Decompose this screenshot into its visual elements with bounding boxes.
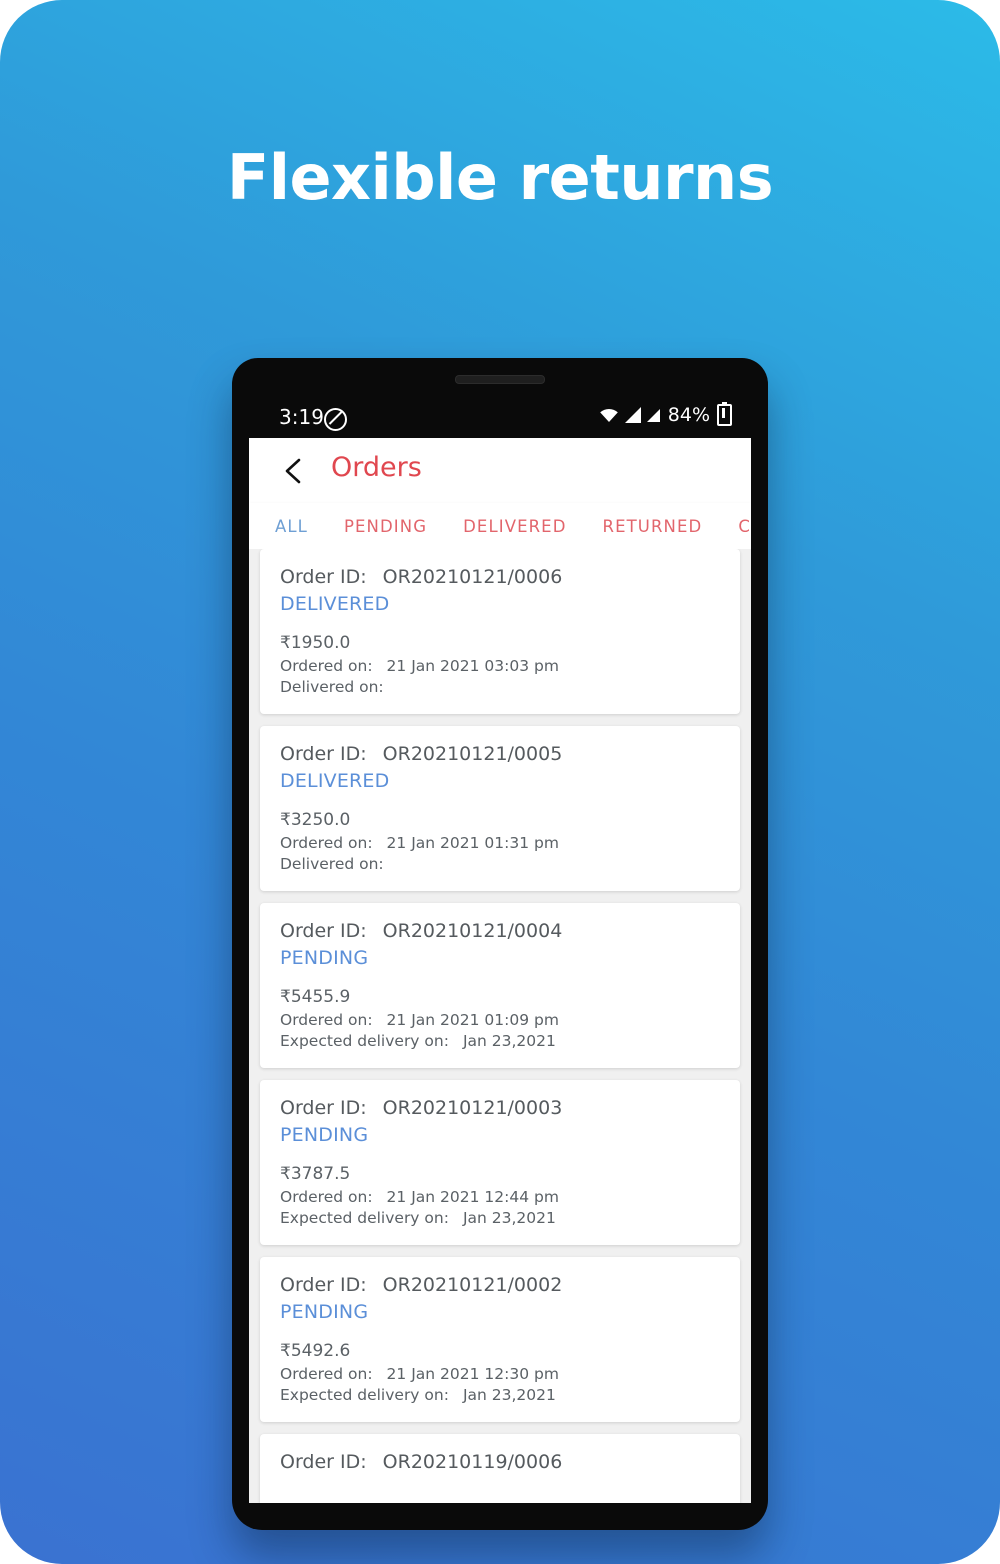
order-id-value: OR20210121/0003 — [382, 1097, 563, 1119]
order-id-row: Order ID: OR20210121/0004 — [280, 920, 720, 942]
tab-cancelled[interactable]: CA — [738, 517, 751, 536]
order-id-label: Order ID: — [280, 566, 367, 588]
delivery-date-row: Expected delivery on: Jan 23,2021 — [280, 1032, 720, 1050]
delivery-date-label: Expected delivery on: — [280, 1386, 449, 1404]
ordered-on-row: Ordered on: 21 Jan 2021 12:44 pm — [280, 1188, 720, 1206]
battery-charging-icon — [717, 402, 732, 426]
order-amount: ₹3787.5 — [280, 1164, 351, 1184]
delivery-date-label: Delivered on: — [280, 678, 384, 696]
order-status-tabs[interactable]: ALL PENDING DELIVERED RETURNED CA — [249, 503, 751, 549]
ordered-on-label: Ordered on: — [280, 834, 373, 852]
order-card[interactable]: Order ID: OR20210121/0002 PENDING ₹5492.6… — [260, 1257, 740, 1422]
order-amount: ₹1950.0 — [280, 633, 351, 653]
tab-all[interactable]: ALL — [275, 517, 308, 536]
order-amount: ₹5455.9 — [280, 987, 351, 1007]
order-id-value: OR20210121/0006 — [382, 566, 563, 588]
back-chevron-icon[interactable] — [277, 454, 311, 488]
delivery-date-label: Delivered on: — [280, 855, 384, 873]
earpiece-speaker — [455, 375, 545, 384]
tab-pending[interactable]: PENDING — [344, 517, 427, 536]
tab-returned[interactable]: RETURNED — [603, 517, 703, 536]
ordered-on-row: Ordered on: 21 Jan 2021 01:09 pm — [280, 1011, 720, 1029]
delivery-date-row: Delivered on: — [280, 855, 720, 873]
ordered-on-value: 21 Jan 2021 03:03 pm — [386, 657, 559, 675]
status-badge: PENDING — [280, 1124, 369, 1146]
order-card[interactable]: Order ID: OR20210119/0006 — [260, 1434, 740, 1503]
phone-mockup: 3:19 84% Orders ALL PENDING DELIVERED RE… — [232, 358, 768, 1530]
ordered-on-value: 21 Jan 2021 01:09 pm — [386, 1011, 559, 1029]
order-id-value: OR20210121/0005 — [382, 743, 563, 765]
order-card[interactable]: Order ID: OR20210121/0005 DELIVERED ₹3250… — [260, 726, 740, 891]
battery-percent-label: 84% — [667, 404, 710, 426]
order-id-label: Order ID: — [280, 1451, 367, 1473]
ordered-on-label: Ordered on: — [280, 1011, 373, 1029]
order-card[interactable]: Order ID: OR20210121/0003 PENDING ₹3787.5… — [260, 1080, 740, 1245]
order-id-row: Order ID: OR20210119/0006 — [280, 1451, 720, 1473]
order-id-label: Order ID: — [280, 743, 367, 765]
order-amount: ₹5492.6 — [280, 1341, 351, 1361]
status-badge: DELIVERED — [280, 770, 390, 792]
status-bar-right-cluster: 84% — [599, 402, 732, 426]
delivery-date-row: Delivered on: — [280, 678, 720, 696]
order-id-row: Order ID: OR20210121/0002 — [280, 1274, 720, 1296]
ordered-on-value: 21 Jan 2021 01:31 pm — [386, 834, 559, 852]
order-id-label: Order ID: — [280, 920, 367, 942]
poster-headline: Flexible returns — [226, 141, 774, 214]
android-status-bar: 3:19 84% — [232, 398, 768, 438]
orders-list[interactable]: Order ID: OR20210121/0006 DELIVERED ₹1950… — [249, 549, 751, 1503]
order-id-label: Order ID: — [280, 1274, 367, 1296]
order-card[interactable]: Order ID: OR20210121/0004 PENDING ₹5455.9… — [260, 903, 740, 1068]
order-card[interactable]: Order ID: OR20210121/0006 DELIVERED ₹1950… — [260, 549, 740, 714]
app-bar: Orders — [249, 438, 751, 503]
status-badge: DELIVERED — [280, 593, 390, 615]
do-not-disturb-icon — [324, 408, 347, 431]
ordered-on-label: Ordered on: — [280, 657, 373, 675]
delivery-date-label: Expected delivery on: — [280, 1032, 449, 1050]
order-id-row: Order ID: OR20210121/0006 — [280, 566, 720, 588]
ordered-on-row: Ordered on: 21 Jan 2021 03:03 pm — [280, 657, 720, 675]
ordered-on-label: Ordered on: — [280, 1365, 373, 1383]
delivery-date-row: Expected delivery on: Jan 23,2021 — [280, 1209, 720, 1227]
cell-signal-icon — [624, 407, 641, 423]
delivery-date-label: Expected delivery on: — [280, 1209, 449, 1227]
order-id-row: Order ID: OR20210121/0005 — [280, 743, 720, 765]
order-id-value: OR20210119/0006 — [382, 1451, 563, 1473]
delivery-date-value: Jan 23,2021 — [462, 1032, 556, 1050]
ordered-on-label: Ordered on: — [280, 1188, 373, 1206]
order-amount: ₹3250.0 — [280, 810, 351, 830]
delivery-date-value: Jan 23,2021 — [462, 1209, 556, 1227]
tab-delivered[interactable]: DELIVERED — [463, 517, 566, 536]
status-badge: PENDING — [280, 947, 369, 969]
cell-signal-secondary-icon — [646, 408, 660, 422]
order-id-label: Order ID: — [280, 1097, 367, 1119]
ordered-on-row: Ordered on: 21 Jan 2021 12:30 pm — [280, 1365, 720, 1383]
ordered-on-value: 21 Jan 2021 12:44 pm — [386, 1188, 559, 1206]
delivery-date-value: Jan 23,2021 — [462, 1386, 556, 1404]
app-screen: Orders ALL PENDING DELIVERED RETURNED CA… — [249, 438, 751, 1503]
ordered-on-value: 21 Jan 2021 12:30 pm — [386, 1365, 559, 1383]
order-id-value: OR20210121/0002 — [382, 1274, 563, 1296]
promo-poster: Flexible returns 3:19 84% Orders ALL PEN… — [0, 0, 1000, 1564]
ordered-on-row: Ordered on: 21 Jan 2021 01:31 pm — [280, 834, 720, 852]
status-bar-clock: 3:19 — [279, 405, 324, 429]
order-id-value: OR20210121/0004 — [382, 920, 563, 942]
wifi-icon — [599, 408, 618, 422]
delivery-date-row: Expected delivery on: Jan 23,2021 — [280, 1386, 720, 1404]
order-id-row: Order ID: OR20210121/0003 — [280, 1097, 720, 1119]
page-title: Orders — [331, 452, 422, 483]
status-badge: PENDING — [280, 1301, 369, 1323]
